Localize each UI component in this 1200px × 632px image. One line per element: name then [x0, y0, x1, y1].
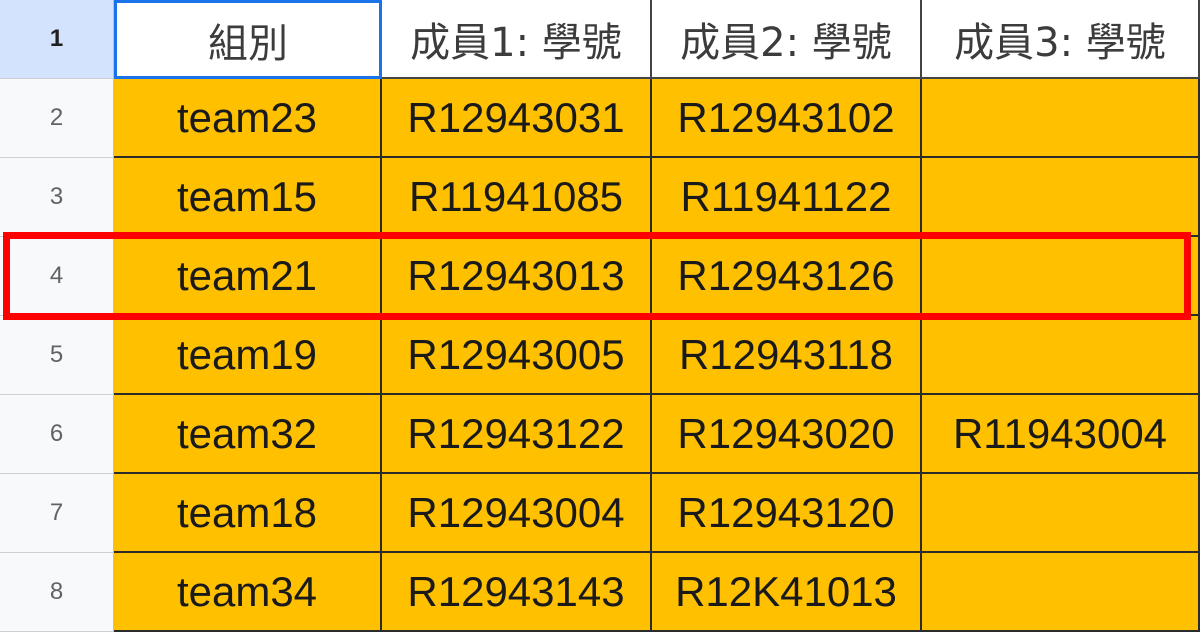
member1-cell[interactable]: R12943013 — [382, 237, 652, 316]
member1-cell[interactable]: R11941085 — [382, 158, 652, 237]
team-cell[interactable]: team19 — [114, 316, 382, 395]
team-cell[interactable]: team15 — [114, 158, 382, 237]
row-header-1[interactable]: 1 — [0, 0, 114, 79]
header-cell-group[interactable]: 組別 — [114, 0, 382, 79]
row-header[interactable]: 8 — [0, 553, 114, 632]
member2-cell[interactable]: R12943120 — [652, 474, 922, 553]
team-cell[interactable]: team21 — [114, 237, 382, 316]
table-row: 8 team34 R12943143 R12K41013 — [0, 553, 1200, 632]
header-cell-member3[interactable]: 成員3: 學號 — [922, 0, 1200, 79]
member1-cell[interactable]: R12943005 — [382, 316, 652, 395]
header-cell-member2[interactable]: 成員2: 學號 — [652, 0, 922, 79]
row-header[interactable]: 4 — [0, 237, 114, 316]
team-cell[interactable]: team18 — [114, 474, 382, 553]
member2-cell[interactable]: R12K41013 — [652, 553, 922, 632]
member3-cell[interactable] — [922, 237, 1200, 316]
table-row: 5 team19 R12943005 R12943118 — [0, 316, 1200, 395]
member2-cell[interactable]: R12943126 — [652, 237, 922, 316]
member1-cell[interactable]: R12943143 — [382, 553, 652, 632]
header-row: 1 組別 成員1: 學號 成員2: 學號 成員3: 學號 — [0, 0, 1200, 79]
table-row: 7 team18 R12943004 R12943120 — [0, 474, 1200, 553]
table-row: 2 team23 R12943031 R12943102 — [0, 79, 1200, 158]
member3-cell[interactable] — [922, 553, 1200, 632]
team-cell[interactable]: team23 — [114, 79, 382, 158]
member2-cell[interactable]: R12943118 — [652, 316, 922, 395]
team-cell[interactable]: team32 — [114, 395, 382, 474]
team-cell[interactable]: team34 — [114, 553, 382, 632]
member3-cell[interactable] — [922, 79, 1200, 158]
member3-cell[interactable] — [922, 316, 1200, 395]
row-header[interactable]: 5 — [0, 316, 114, 395]
row-header[interactable]: 2 — [0, 79, 114, 158]
member1-cell[interactable]: R12943122 — [382, 395, 652, 474]
member1-cell[interactable]: R12943004 — [382, 474, 652, 553]
member2-cell[interactable]: R12943102 — [652, 79, 922, 158]
table-row: 3 team15 R11941085 R11941122 — [0, 158, 1200, 237]
member2-cell[interactable]: R12943020 — [652, 395, 922, 474]
table-row: 4 team21 R12943013 R12943126 — [0, 237, 1200, 316]
member1-cell[interactable]: R12943031 — [382, 79, 652, 158]
member3-cell[interactable]: R11943004 — [922, 395, 1200, 474]
member3-cell[interactable] — [922, 158, 1200, 237]
header-cell-member1[interactable]: 成員1: 學號 — [382, 0, 652, 79]
table-row: 6 team32 R12943122 R12943020 R11943004 — [0, 395, 1200, 474]
row-header[interactable]: 6 — [0, 395, 114, 474]
member2-cell[interactable]: R11941122 — [652, 158, 922, 237]
spreadsheet-grid: 1 組別 成員1: 學號 成員2: 學號 成員3: 學號 2 team23 R1… — [0, 0, 1200, 632]
member3-cell[interactable] — [922, 474, 1200, 553]
row-header[interactable]: 3 — [0, 158, 114, 237]
row-header[interactable]: 7 — [0, 474, 114, 553]
